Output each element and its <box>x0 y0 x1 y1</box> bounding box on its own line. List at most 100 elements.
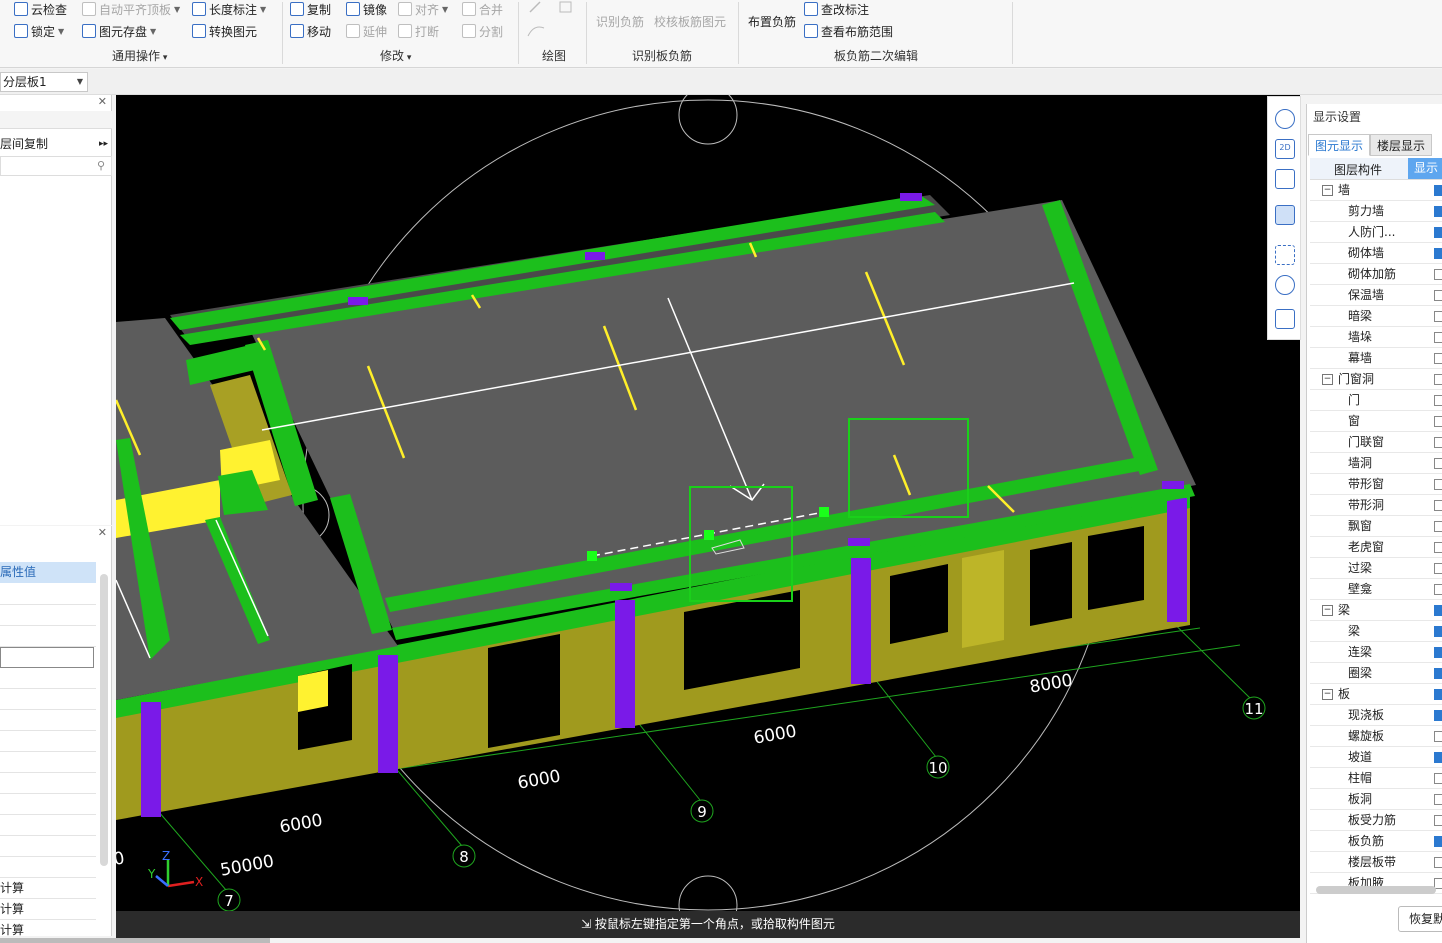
collapse-icon[interactable]: − <box>1322 689 1333 700</box>
model-canvas[interactable]: 8000600060006000500000 1110987 X Y Z <box>116 95 1300 911</box>
table-row[interactable] <box>0 794 96 815</box>
auto-align-button[interactable]: 自动平齐顶板 ▼ <box>82 0 180 18</box>
place-neg-button[interactable]: 布置负筋 <box>748 12 796 30</box>
break-button[interactable]: 打断 <box>398 22 439 40</box>
edit-dim-button[interactable]: 查改标注 <box>804 0 869 18</box>
visibility-checkbox[interactable] <box>1434 836 1442 847</box>
visibility-checkbox[interactable] <box>1434 542 1442 553</box>
visibility-checkbox[interactable] <box>1434 752 1442 763</box>
tree-row[interactable]: 飘窗 <box>1310 516 1442 537</box>
tree-row[interactable]: 带形洞 <box>1310 495 1442 516</box>
tree-row[interactable]: 墙洞 <box>1310 453 1442 474</box>
move-button[interactable]: 移动 <box>290 22 331 40</box>
tree-row[interactable]: − 梁 <box>1310 600 1442 621</box>
visibility-checkbox[interactable] <box>1434 563 1442 574</box>
visibility-checkbox[interactable] <box>1434 521 1442 532</box>
visibility-checkbox[interactable] <box>1434 395 1442 406</box>
table-row[interactable] <box>0 773 96 794</box>
2d-view-icon[interactable]: 2D <box>1275 139 1295 159</box>
table-row[interactable] <box>0 689 96 710</box>
visibility-checkbox[interactable] <box>1434 416 1442 427</box>
group-modify[interactable]: 修改 ▾ <box>380 47 411 64</box>
table-row[interactable] <box>0 857 96 878</box>
solid-view-icon[interactable] <box>1275 205 1295 225</box>
visibility-checkbox[interactable] <box>1434 185 1442 196</box>
group-draw[interactable]: 绘图 <box>542 47 566 64</box>
tree-row[interactable]: 老虎窗 <box>1310 537 1442 558</box>
tree-row[interactable]: 砌体墙 <box>1310 243 1442 264</box>
visibility-checkbox[interactable] <box>1434 437 1442 448</box>
table-row[interactable] <box>0 710 96 731</box>
group-recognize[interactable]: 识别板负筋 <box>632 47 692 64</box>
visibility-checkbox[interactable] <box>1434 269 1442 280</box>
tree-row[interactable]: 门 <box>1310 390 1442 411</box>
scrollbar[interactable] <box>100 574 108 866</box>
visibility-checkbox[interactable] <box>1434 857 1442 868</box>
tree-row[interactable]: − 板 <box>1310 684 1442 705</box>
tree-row[interactable]: 柱帽 <box>1310 768 1442 789</box>
tree-row[interactable]: 窗 <box>1310 411 1442 432</box>
visibility-checkbox[interactable] <box>1434 206 1442 217</box>
recognize-neg-button[interactable]: 识别负筋 <box>596 12 644 30</box>
table-row[interactable] <box>0 647 94 668</box>
check-bar-button[interactable]: 校核板筋图元 <box>654 12 726 30</box>
table-row[interactable] <box>0 605 96 626</box>
collapse-icon[interactable]: − <box>1322 374 1333 385</box>
table-row[interactable] <box>0 731 96 752</box>
horizontal-scrollbar[interactable] <box>1316 886 1436 894</box>
align-button[interactable]: 对齐 ▼ <box>398 0 448 18</box>
tree-row[interactable]: − 门窗洞 <box>1310 369 1442 390</box>
close-icon[interactable]: ✕ <box>98 526 107 539</box>
line-draw-icon[interactable] <box>529 1 541 13</box>
tab-1[interactable]: 楼层显示 <box>1370 134 1433 156</box>
tree-row[interactable]: 现浇板 <box>1310 705 1442 726</box>
visibility-checkbox[interactable] <box>1434 584 1442 595</box>
convert-elem-button[interactable]: 转换图元 <box>192 22 257 40</box>
close-icon[interactable]: ✕ <box>98 95 107 108</box>
tree-row[interactable]: 板受力筋 <box>1310 810 1442 831</box>
tree-row[interactable]: 楼层板带 <box>1310 852 1442 873</box>
visibility-checkbox[interactable] <box>1434 248 1442 259</box>
visibility-checkbox[interactable] <box>1434 479 1442 490</box>
cloud-check-button[interactable]: 云检查 <box>14 0 67 18</box>
table-row[interactable] <box>0 626 96 647</box>
visibility-checkbox[interactable] <box>1434 794 1442 805</box>
table-row[interactable] <box>0 752 96 773</box>
table-row[interactable]: 计算 <box>0 899 96 920</box>
visibility-checkbox[interactable] <box>1434 332 1442 343</box>
view-range-button[interactable]: 查看布筋范围 <box>804 22 893 40</box>
draw-tools[interactable] <box>524 0 584 42</box>
visibility-checkbox[interactable] <box>1434 227 1442 238</box>
visibility-checkbox[interactable] <box>1434 500 1442 511</box>
display-settings-icon[interactable] <box>1275 309 1295 329</box>
table-row[interactable] <box>0 815 96 836</box>
visibility-checkbox[interactable] <box>1434 689 1442 700</box>
table-row[interactable]: 计算 <box>0 878 96 899</box>
tree-row[interactable]: 砌体加筋 <box>1310 264 1442 285</box>
visibility-checkbox[interactable] <box>1434 353 1442 364</box>
3d-viewport[interactable]: 8000 6000 6000 6000 50000 0 11 10 9 8 7 X Y Z <box>116 95 1300 911</box>
arc-draw-icon[interactable] <box>527 26 545 37</box>
table-row[interactable] <box>0 668 96 689</box>
mirror-button[interactable]: 镜像 <box>346 0 387 18</box>
lock-button[interactable]: 锁定 ▼ <box>14 22 64 40</box>
group-edit2[interactable]: 板负筋二次编辑 <box>834 47 918 64</box>
collapse-icon[interactable]: − <box>1322 185 1333 196</box>
visibility-checkbox[interactable] <box>1434 458 1442 469</box>
tree-row[interactable]: 螺旋板 <box>1310 726 1442 747</box>
orbit-handle[interactable] <box>678 95 738 145</box>
copy-button[interactable]: 复制 <box>290 0 331 18</box>
tree-row[interactable]: 壁龛 <box>1310 579 1442 600</box>
tree-row[interactable]: 过梁 <box>1310 558 1442 579</box>
tree-row[interactable]: 坡道 <box>1310 747 1442 768</box>
visibility-checkbox[interactable] <box>1434 374 1442 385</box>
extend-button[interactable]: 延伸 <box>346 22 387 40</box>
tree-row[interactable]: 幕墙 <box>1310 348 1442 369</box>
orbit-icon[interactable] <box>1275 109 1295 129</box>
visibility-checkbox[interactable] <box>1434 731 1442 742</box>
tree-row[interactable]: − 墙 <box>1310 180 1442 201</box>
length-dim-button[interactable]: 长度标注 ▼ <box>192 0 266 18</box>
tree-row[interactable]: 保温墙 <box>1310 285 1442 306</box>
cube-view-icon[interactable] <box>1275 275 1295 295</box>
tree-row[interactable]: 暗梁 <box>1310 306 1442 327</box>
